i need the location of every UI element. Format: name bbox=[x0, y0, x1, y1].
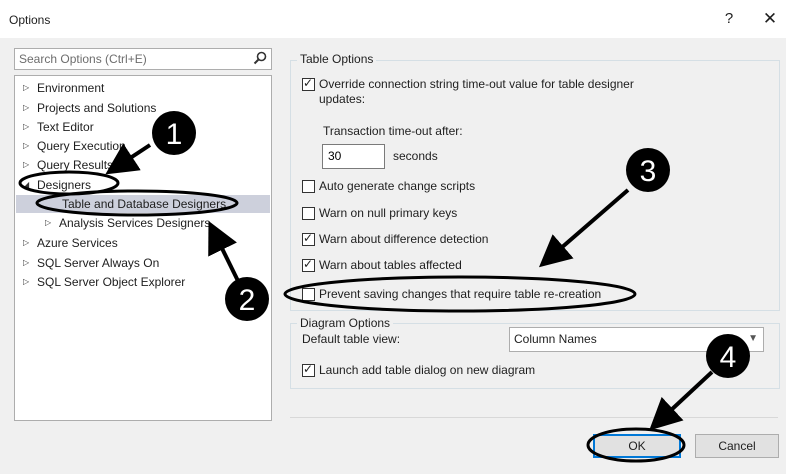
tree-item-always-on[interactable]: ▷ SQL Server Always On bbox=[23, 254, 159, 272]
checkbox-box[interactable] bbox=[302, 207, 315, 220]
tree-item-azure-services[interactable]: ▷ Azure Services bbox=[23, 234, 118, 252]
tree-item-label: Text Editor bbox=[37, 120, 94, 134]
help-button[interactable]: ? bbox=[719, 9, 739, 29]
checkmark-icon: ✓ bbox=[303, 257, 314, 271]
checkbox-box[interactable]: ✓ bbox=[302, 362, 315, 377]
override-timeout-label: Override connection string time-out valu… bbox=[319, 77, 634, 91]
tree-item-label: Designers bbox=[37, 178, 92, 192]
seconds-label: seconds bbox=[393, 149, 438, 163]
override-timeout-label-cont: updates: bbox=[319, 92, 366, 106]
checkbox-box[interactable]: ✓ bbox=[302, 231, 315, 246]
launch-add-table-label: Launch add table dialog on new diagram bbox=[319, 363, 536, 377]
search-input[interactable] bbox=[19, 51, 239, 67]
tree-item-label: Projects and Solutions bbox=[37, 101, 157, 115]
tree-item-label: Table and Database Designers bbox=[62, 197, 227, 211]
warn-null-pk-checkbox[interactable]: Warn on null primary keys bbox=[302, 205, 602, 221]
collapse-arrow-icon[interactable]: ◢ bbox=[23, 176, 37, 194]
window-title: Options bbox=[9, 13, 51, 27]
expand-arrow-icon[interactable]: ▷ bbox=[23, 137, 37, 155]
footer-separator bbox=[290, 417, 778, 418]
checkbox-box[interactable] bbox=[302, 180, 315, 193]
checkbox-box[interactable]: ✓ bbox=[302, 76, 315, 91]
warn-difference-checkbox[interactable]: ✓ Warn about difference detection bbox=[302, 231, 602, 247]
warn-difference-label: Warn about difference detection bbox=[319, 232, 489, 246]
expand-arrow-icon[interactable]: ▷ bbox=[23, 99, 37, 117]
tree-item-label: SQL Server Object Explorer bbox=[37, 275, 186, 289]
expand-arrow-icon[interactable]: ▷ bbox=[23, 254, 37, 272]
ok-button[interactable]: OK bbox=[593, 434, 681, 458]
expand-arrow-icon[interactable]: ▷ bbox=[23, 79, 37, 97]
chevron-down-icon[interactable]: ▼ bbox=[748, 333, 758, 344]
prevent-saving-label: Prevent saving changes that require tabl… bbox=[319, 287, 602, 301]
override-timeout-checkbox[interactable]: ✓ Override connection string time-out va… bbox=[302, 76, 722, 92]
timeout-field[interactable] bbox=[322, 144, 385, 169]
checkmark-icon: ✓ bbox=[303, 231, 314, 245]
timeout-input[interactable] bbox=[328, 149, 378, 163]
transaction-timeout-label: Transaction time-out after: bbox=[323, 124, 463, 138]
checkmark-icon: ✓ bbox=[303, 362, 314, 376]
tree-item-projects[interactable]: ▷ Projects and Solutions bbox=[23, 99, 156, 117]
tree-item-environment[interactable]: ▷ Environment bbox=[23, 79, 104, 97]
checkbox-box[interactable]: ✓ bbox=[302, 257, 315, 272]
expand-arrow-icon[interactable]: ▷ bbox=[23, 234, 37, 252]
tree-item-label: Analysis Services Designers bbox=[59, 216, 211, 230]
default-view-label: Default table view: bbox=[302, 332, 401, 346]
warn-null-pk-label: Warn on null primary keys bbox=[319, 206, 458, 220]
tree-item-query-results[interactable]: ▷ Query Results bbox=[23, 156, 113, 174]
cancel-button[interactable]: Cancel bbox=[695, 434, 779, 458]
warn-tables-label: Warn about tables affected bbox=[319, 258, 462, 272]
tree-item-object-explorer[interactable]: ▷ SQL Server Object Explorer bbox=[23, 273, 185, 291]
options-tree[interactable]: ▷ Environment ▷ Projects and Solutions ▷ Te… bbox=[14, 75, 272, 421]
auto-generate-checkbox[interactable]: Auto generate change scripts bbox=[302, 178, 602, 194]
expand-arrow-icon[interactable]: ▷ bbox=[23, 118, 37, 136]
launch-add-table-checkbox[interactable]: ✓ Launch add table dialog on new diagram bbox=[302, 362, 602, 378]
tree-item-label: SQL Server Always On bbox=[37, 256, 160, 270]
search-icon[interactable] bbox=[253, 51, 267, 65]
expand-arrow-icon[interactable]: ▷ bbox=[23, 156, 37, 174]
tree-item-query-execution[interactable]: ▷ Query Execution bbox=[23, 137, 126, 155]
checkbox-box[interactable] bbox=[302, 288, 315, 301]
tree-item-label: Azure Services bbox=[37, 236, 118, 250]
prevent-saving-checkbox[interactable]: Prevent saving changes that require tabl… bbox=[302, 286, 632, 302]
checkmark-icon: ✓ bbox=[303, 76, 314, 90]
tree-item-table-database-designers[interactable]: Table and Database Designers bbox=[16, 195, 270, 213]
diagram-options-label: Diagram Options bbox=[297, 316, 394, 330]
tree-item-label: Environment bbox=[37, 81, 105, 95]
warn-tables-checkbox[interactable]: ✓ Warn about tables affected bbox=[302, 257, 602, 273]
default-view-value: Column Names bbox=[514, 332, 597, 346]
title-bar: Options ? ✕ bbox=[0, 0, 786, 38]
tree-item-designers[interactable]: ◢ Designers bbox=[23, 176, 91, 194]
auto-generate-label: Auto generate change scripts bbox=[319, 179, 476, 193]
expand-arrow-icon[interactable]: ▷ bbox=[45, 214, 59, 232]
close-button[interactable]: ✕ bbox=[760, 9, 780, 29]
expand-arrow-icon[interactable]: ▷ bbox=[23, 273, 37, 291]
tree-item-analysis-services[interactable]: ▷ Analysis Services Designers bbox=[45, 214, 210, 232]
search-box[interactable] bbox=[14, 48, 272, 70]
tree-item-label: Query Results bbox=[37, 158, 114, 172]
table-options-label: Table Options bbox=[297, 52, 377, 66]
default-view-select[interactable]: Column Names ▼ bbox=[509, 327, 764, 352]
tree-item-text-editor[interactable]: ▷ Text Editor bbox=[23, 118, 94, 136]
tree-item-label: Query Execution bbox=[37, 139, 126, 153]
